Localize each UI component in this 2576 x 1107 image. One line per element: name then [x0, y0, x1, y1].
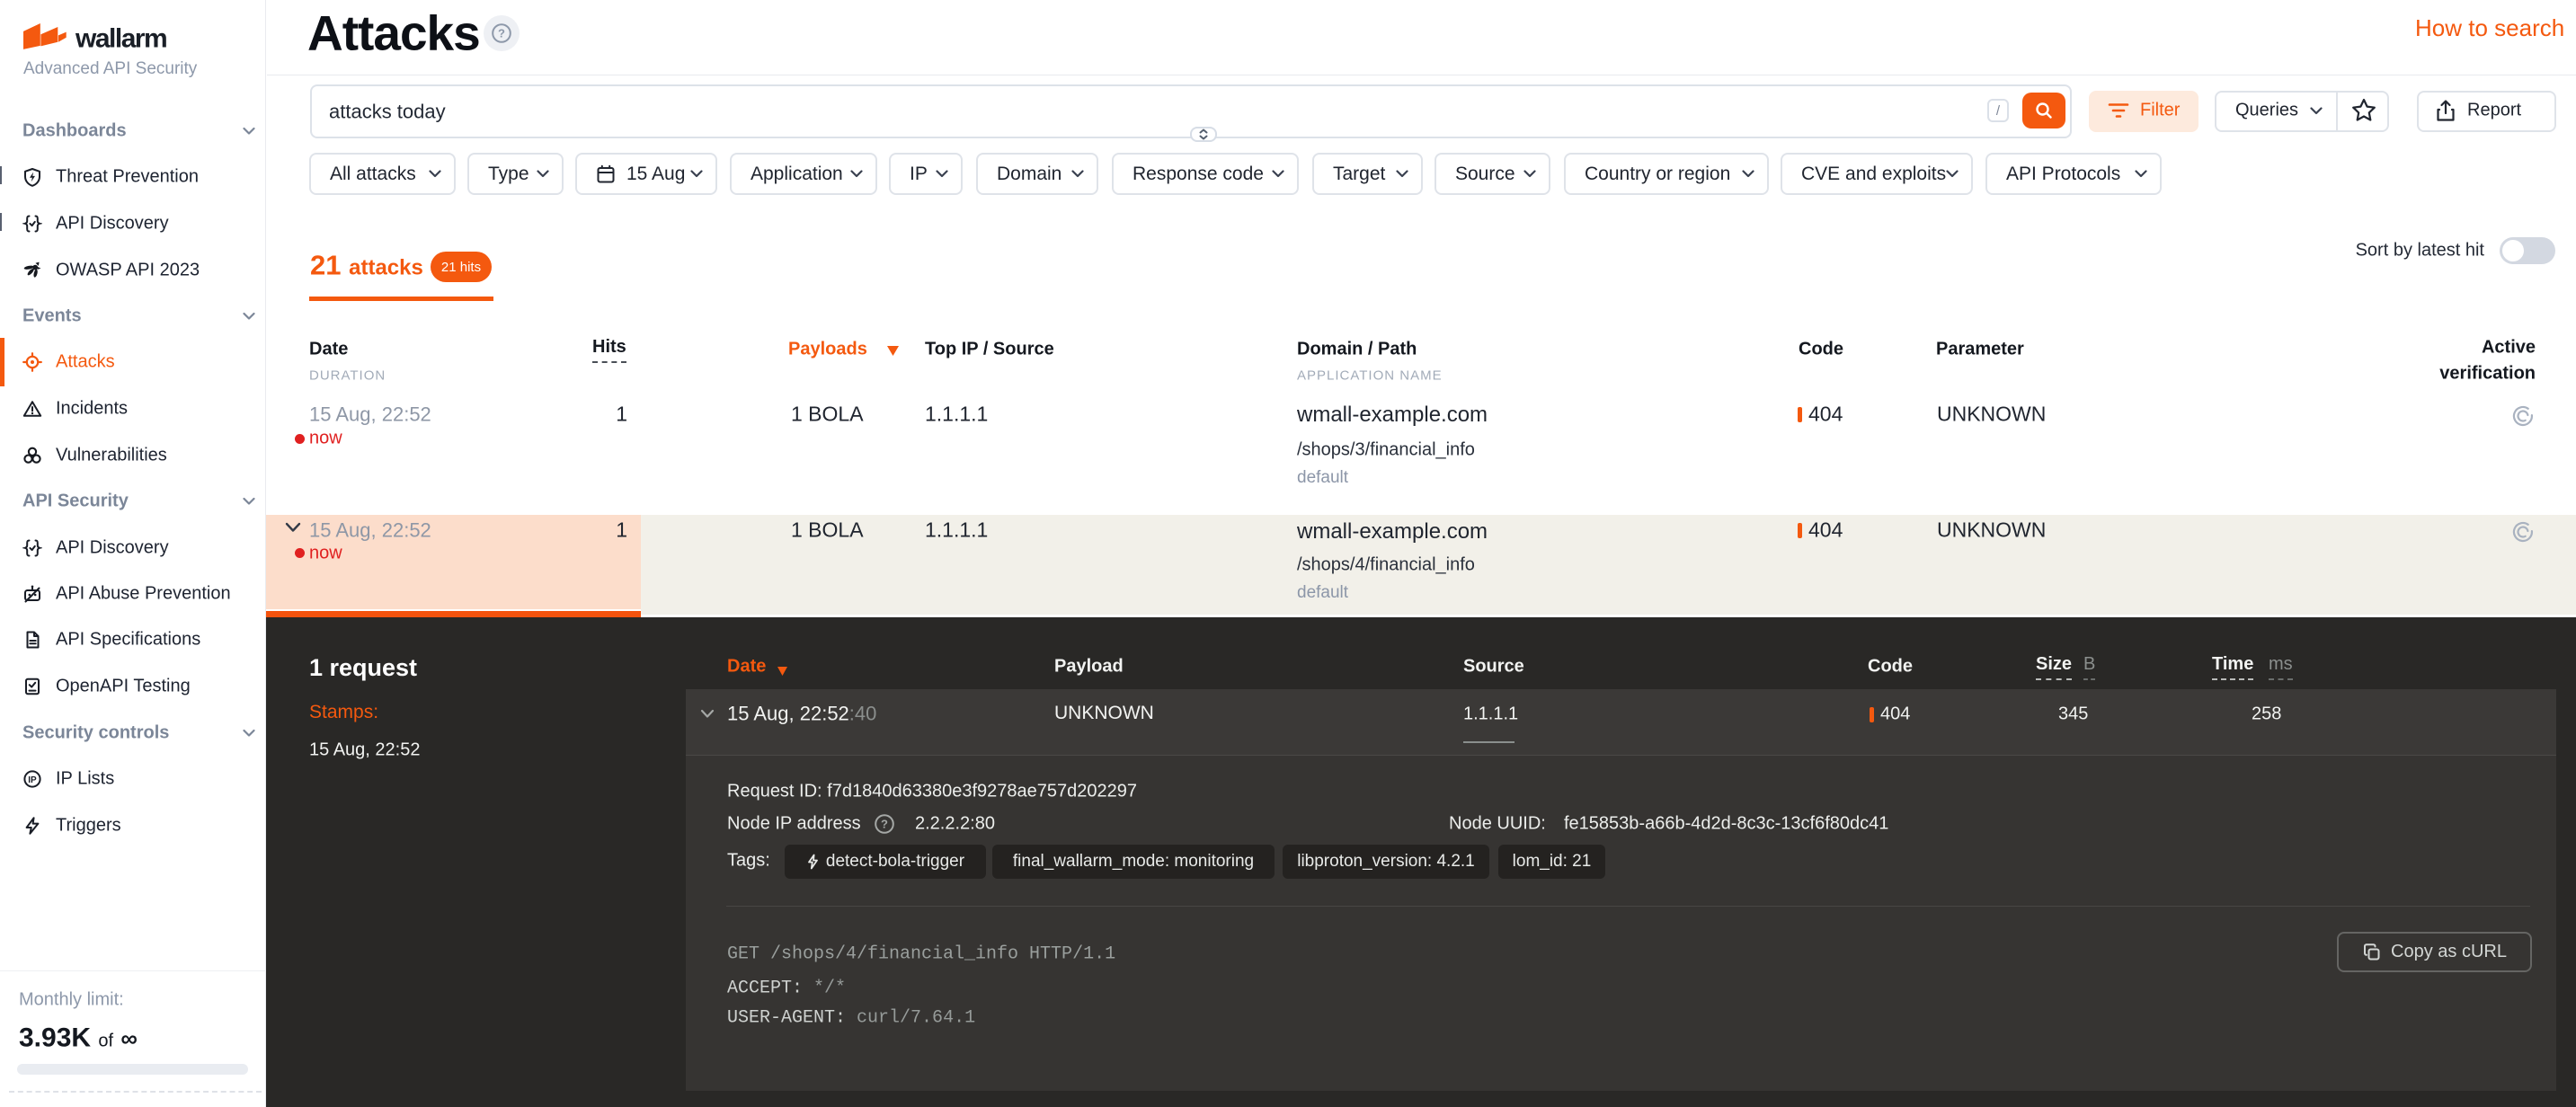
- svg-text:?: ?: [881, 817, 888, 830]
- svg-text:IP: IP: [28, 775, 37, 785]
- svg-text:?: ?: [498, 26, 505, 40]
